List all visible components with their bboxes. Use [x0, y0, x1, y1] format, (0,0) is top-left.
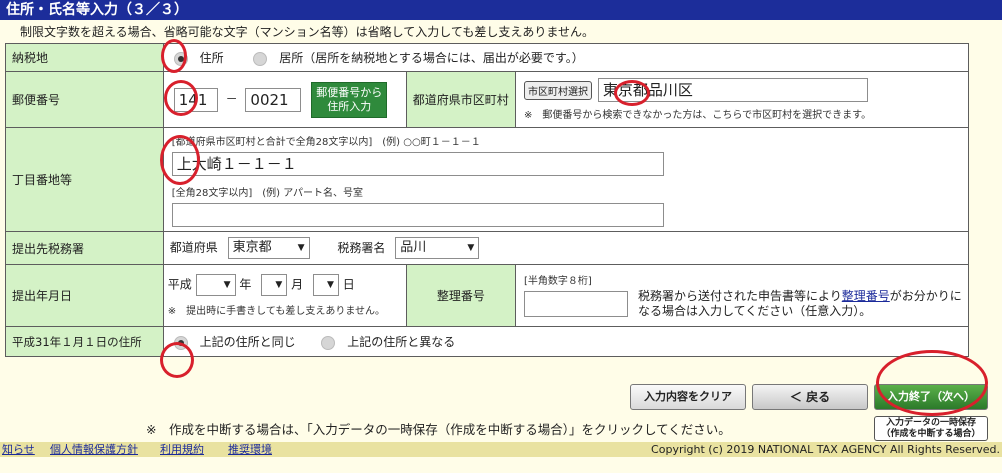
- nouzeichi-options: 住所 居所（居所を納税地とする場合には、届出が必要です。）: [162, 43, 970, 72]
- era-label: 平成: [167, 277, 192, 292]
- city-note: ※ 郵便番号から検索できなかった方は、こちらで市区町村を選択できます。: [524, 110, 872, 121]
- seiri-desc-pre: 税務署から送付された申告書等により: [638, 289, 842, 303]
- h31-options: 上記の住所と同じ 上記の住所と異なる: [162, 326, 970, 357]
- city-select-button[interactable]: 市区町村選択: [524, 80, 592, 100]
- chome-label: 丁目番地等: [5, 127, 164, 232]
- seiri-number-link[interactable]: 整理番号: [842, 289, 890, 303]
- office-name-label: 税務署名: [337, 240, 386, 255]
- postal-code-2-input[interactable]: 0021: [245, 87, 302, 112]
- postal-dash: －: [225, 92, 238, 106]
- date-note: ※ 提出時に手書きしても差し支えありません。: [167, 306, 386, 317]
- year-unit: 年: [239, 277, 252, 292]
- city-label: 都道府県市区町村: [405, 71, 517, 128]
- seiri-label: 整理番号: [405, 264, 517, 327]
- postal-code-1-input[interactable]: 141: [173, 87, 218, 112]
- seiri-input[interactable]: [524, 291, 628, 317]
- footer-link-notice[interactable]: 知らせ: [2, 443, 35, 456]
- suspend-note: ※ 作成を中断する場合は、「入力データの一時保存（作成を中断する場合）」をクリッ…: [146, 422, 731, 437]
- chome-cell: [都道府県市区町村と合計で全角28文字以内] (例) ○○町１－１－１ 上大崎１…: [162, 127, 970, 232]
- seiri-description: 税務署から送付された申告書等により整理番号がお分かりになる場合は入力してください…: [638, 289, 968, 319]
- chome-hint2: [全角28文字以内] (例) アパート名、号室: [171, 187, 364, 199]
- footer-link-privacy[interactable]: 個人情報保護方針: [50, 443, 138, 456]
- save-draft-line2: （作成を中断する場合）: [881, 429, 981, 439]
- nouzeichi-radio-address[interactable]: [173, 51, 188, 66]
- chevron-down-icon: ▼: [467, 243, 475, 253]
- year-select[interactable]: ▼: [195, 274, 236, 296]
- h31-radio-same[interactable]: [173, 335, 188, 350]
- footer: 知らせ 個人情報保護方針 利用規約 推奨環境 Copyright (c) 201…: [0, 442, 1002, 457]
- address-form: 納税地 住所 居所（居所を納税地とする場合には、届出が必要です。） 郵便番号 1…: [5, 43, 970, 357]
- next-button[interactable]: 入力終了（次へ）: [874, 384, 988, 410]
- length-note: 制限文字数を超える場合、省略可能な文字（マンション名等）は省略して入力しても差し…: [20, 25, 594, 39]
- date-label: 提出年月日: [5, 264, 164, 327]
- month-select[interactable]: ▼: [261, 274, 288, 296]
- postal-lookup-button[interactable]: 郵便番号から 住所入力: [311, 81, 388, 118]
- office-select-value: 品川: [400, 240, 427, 255]
- pref-label: 都道府県: [169, 240, 218, 255]
- day-unit: 日: [342, 277, 355, 292]
- chome-input-1[interactable]: 上大崎１－１－１: [171, 151, 664, 176]
- seiri-hint: [半角数字８桁]: [524, 276, 592, 287]
- city-input[interactable]: 東京都品川区: [597, 78, 868, 102]
- postal-lookup-line2: 住所入力: [327, 99, 372, 113]
- month-unit: 月: [291, 277, 304, 292]
- postal-lookup-line1: 郵便番号から: [316, 85, 383, 99]
- nouzeichi-label: 納税地: [5, 43, 164, 72]
- footer-copyright: Copyright (c) 2019 NATIONAL TAX AGENCY A…: [651, 443, 1000, 456]
- back-button[interactable]: ＜ 戻る: [752, 384, 868, 410]
- chevron-down-icon: ▼: [327, 280, 334, 290]
- h31-radio-different[interactable]: [321, 335, 336, 350]
- nouzeichi-radio-residence[interactable]: [253, 51, 268, 66]
- footer-link-environment[interactable]: 推奨環境: [228, 443, 272, 456]
- postal-label: 郵便番号: [5, 71, 164, 128]
- day-select[interactable]: ▼: [312, 274, 339, 296]
- postal-cell: 141 － 0021 郵便番号から 住所入力: [162, 71, 407, 128]
- save-draft-button[interactable]: 入力データの一時保存 （作成を中断する場合）: [874, 416, 988, 441]
- chome-input-2[interactable]: [171, 202, 664, 227]
- city-cell: 市区町村選択 東京都品川区 ※ 郵便番号から検索できなかった方は、こちらで市区町…: [515, 71, 969, 128]
- h31-label: 平成31年１月１日の住所: [5, 326, 164, 357]
- office-cell: 都道府県 東京都 ▼ 税務署名 品川 ▼: [162, 231, 970, 265]
- office-select[interactable]: 品川 ▼: [395, 237, 480, 259]
- h31-opt1-label: 上記の住所と同じ: [199, 335, 296, 349]
- footer-link-terms[interactable]: 利用規約: [160, 443, 204, 456]
- h31-opt2-label: 上記の住所と異なる: [347, 335, 456, 349]
- page-title: 住所・氏名等入力（３／３）: [0, 0, 1002, 20]
- pref-select-value: 東京都: [232, 240, 272, 255]
- nouzeichi-opt1-label: 住所: [199, 51, 224, 65]
- chevron-down-icon: ▼: [275, 280, 283, 290]
- nouzeichi-opt2-label: 居所（居所を納税地とする場合には、届出が必要です。）: [279, 51, 584, 65]
- seiri-cell: [半角数字８桁] 税務署から送付された申告書等により整理番号がお分かりになる場合…: [515, 264, 969, 327]
- chevron-down-icon: ▼: [223, 280, 231, 290]
- clear-button[interactable]: 入力内容をクリア: [630, 384, 746, 410]
- pref-select[interactable]: 東京都 ▼: [227, 237, 310, 259]
- office-label: 提出先税務署: [5, 231, 164, 265]
- chome-hint1: [都道府県市区町村と合計で全角28文字以内] (例) ○○町１－１－１: [171, 136, 481, 148]
- date-cell: 平成 ▼ 年 ▼ 月 ▼ 日 ※ 提出時に手書きしても差し支えありません。: [162, 264, 407, 327]
- save-draft-line1: 入力データの一時保存: [885, 418, 976, 428]
- chevron-down-icon: ▼: [297, 243, 305, 253]
